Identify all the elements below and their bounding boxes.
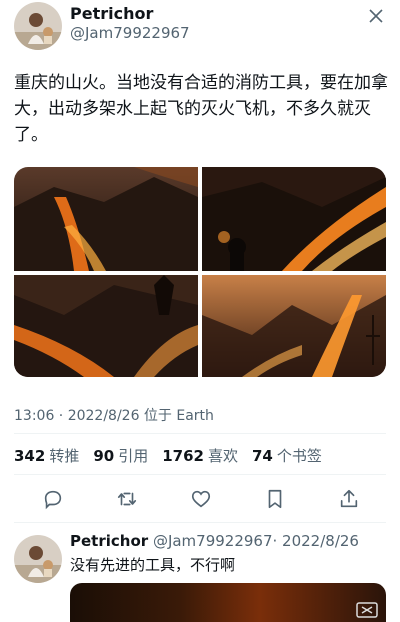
stat-retweets[interactable]: 342 转推 <box>14 445 79 466</box>
tweet-header: Petrichor @Jam79922967 <box>0 0 400 52</box>
reply-button[interactable] <box>38 484 68 514</box>
stat-likes[interactable]: 1762 喜欢 <box>162 445 238 466</box>
retweet-icon <box>117 492 137 506</box>
reply-author-handle[interactable]: @Jam79922967 <box>153 532 273 550</box>
divider <box>14 433 386 434</box>
author-name[interactable]: Petrichor <box>70 4 153 23</box>
stat-bookmarks[interactable]: 74 个书签 <box>252 445 322 466</box>
reply-author-name[interactable]: Petrichor <box>70 532 148 550</box>
share-icon <box>340 489 358 508</box>
reply-header: Petrichor @Jam79922967· 2022/8/26 <box>70 532 359 550</box>
bookmark-button[interactable] <box>260 484 290 514</box>
tweet-text: 重庆的山火。当地没有合适的消防工具，要在加拿大，出动多架水上起飞的灭火飞机，不多… <box>14 73 388 145</box>
retweet-button[interactable] <box>112 484 142 514</box>
share-button[interactable] <box>334 484 364 514</box>
reply-icon <box>44 490 62 510</box>
photo-1[interactable] <box>14 167 198 271</box>
divider <box>14 522 386 523</box>
photo-3[interactable] <box>14 275 198 377</box>
like-button[interactable] <box>186 484 216 514</box>
photo-2[interactable] <box>202 167 386 271</box>
stat-quotes[interactable]: 90 引用 <box>93 445 148 466</box>
photo-4[interactable] <box>202 275 386 377</box>
reply-text: 没有先进的工具，不行啊 <box>70 556 236 574</box>
bookmark-icon <box>268 489 282 509</box>
heart-icon <box>191 490 211 508</box>
tweet-stats: 342 转推 90 引用 1762 喜欢 74 个书签 <box>14 445 322 466</box>
photo-grid <box>14 167 386 377</box>
reply-author-avatar[interactable] <box>14 535 62 583</box>
media-overlay-icon <box>356 602 378 618</box>
close-icon[interactable] <box>366 6 386 26</box>
author-handle[interactable]: @Jam79922967 <box>70 24 190 42</box>
author-avatar[interactable] <box>14 2 62 50</box>
action-bar <box>0 484 400 514</box>
tweet-timestamp[interactable]: 13:06 · 2022/8/26 位于 Earth <box>14 405 214 425</box>
divider <box>14 474 386 475</box>
reply-date[interactable]: · 2022/8/26 <box>273 532 359 550</box>
reply-media[interactable] <box>70 583 386 622</box>
